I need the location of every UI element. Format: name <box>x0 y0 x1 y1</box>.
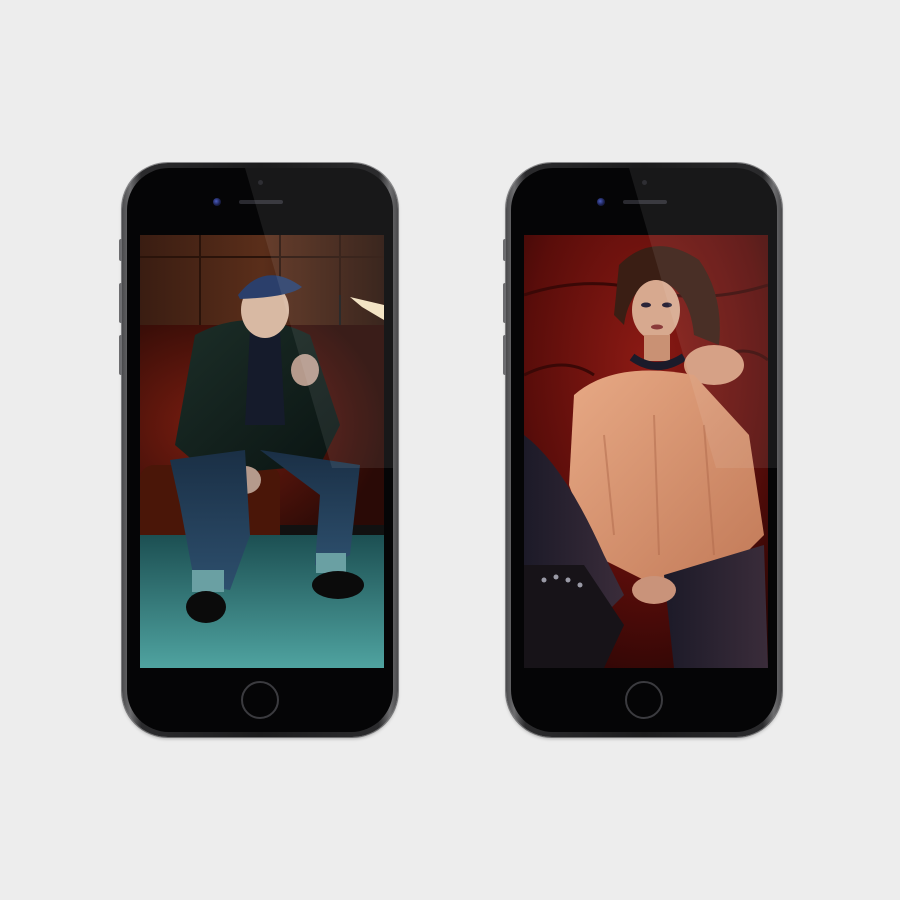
home-button-icon[interactable] <box>625 681 663 719</box>
earpiece-speaker <box>239 200 283 204</box>
volume-down-button <box>503 335 506 375</box>
photo-man-seated <box>140 235 384 668</box>
earpiece-speaker <box>623 200 667 204</box>
phone-screen-left <box>140 235 384 668</box>
mute-switch <box>119 239 122 261</box>
volume-up-button <box>119 283 122 323</box>
phone-face <box>127 168 393 732</box>
home-button-icon[interactable] <box>241 681 279 719</box>
phone-left <box>119 163 398 737</box>
front-camera-icon <box>597 198 605 206</box>
mockup-stage <box>0 0 900 900</box>
front-camera-icon <box>213 198 221 206</box>
phone-screen-right <box>524 235 768 668</box>
volume-up-button <box>503 283 506 323</box>
proximity-sensor <box>258 180 263 185</box>
phone-right <box>503 163 782 737</box>
phone-face <box>511 168 777 732</box>
proximity-sensor <box>642 180 647 185</box>
photo-woman-seated <box>524 235 768 668</box>
mute-switch <box>503 239 506 261</box>
volume-down-button <box>119 335 122 375</box>
